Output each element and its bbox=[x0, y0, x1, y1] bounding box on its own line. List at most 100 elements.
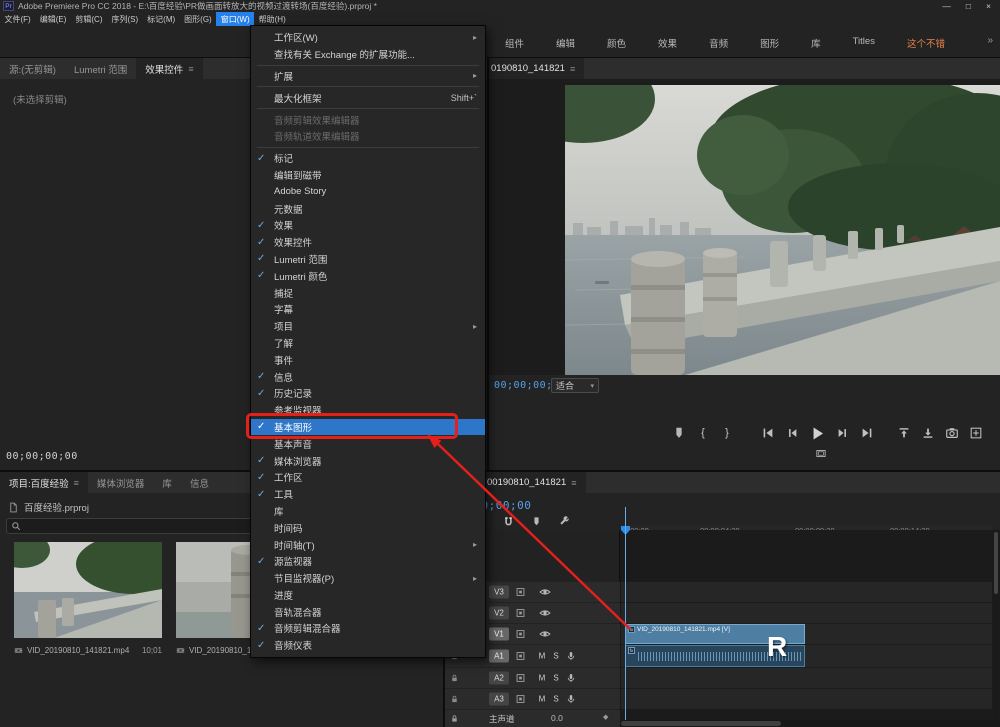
track-target-badge[interactable]: V2 bbox=[489, 606, 509, 620]
mute-button[interactable]: M bbox=[537, 695, 547, 704]
clip-thumbnail[interactable] bbox=[14, 542, 162, 638]
window-menu-item[interactable]: 音轨混合器 bbox=[251, 603, 485, 620]
synclock-icon[interactable] bbox=[515, 673, 526, 684]
go-to-out-button[interactable] bbox=[860, 426, 874, 440]
video-track-lane-v1[interactable]: fx VID_20190810_141821.mp4 [V] bbox=[621, 624, 992, 644]
track-target-badge[interactable]: V1 bbox=[489, 627, 509, 641]
timeline-vertical-scrollbar[interactable] bbox=[993, 530, 999, 719]
lock-icon[interactable] bbox=[450, 713, 459, 724]
add-marker-button[interactable] bbox=[672, 426, 686, 440]
synclock-icon[interactable] bbox=[515, 629, 526, 640]
video-track-lane-v2[interactable] bbox=[621, 603, 992, 623]
export-frame-button[interactable] bbox=[945, 426, 959, 440]
window-menu-item[interactable]: 时间码 bbox=[251, 519, 485, 536]
project-panel-tab[interactable]: 项目:百度经验 ≡ bbox=[0, 472, 88, 493]
window-menu-item[interactable]: 库 bbox=[251, 503, 485, 520]
mic-icon[interactable] bbox=[566, 693, 576, 705]
step-forward-button[interactable] bbox=[836, 426, 850, 440]
window-menu-item[interactable]: ✓ Lumetri 范围 bbox=[251, 251, 485, 268]
scrollbar-thumb[interactable] bbox=[621, 721, 781, 726]
project-panel-tab[interactable]: 媒体浏览器 bbox=[88, 472, 154, 493]
go-to-in-button[interactable] bbox=[761, 426, 775, 440]
window-menu-item[interactable]: 字幕 bbox=[251, 301, 485, 318]
source-panel-tab[interactable]: Lumetri 范围 bbox=[65, 58, 136, 79]
source-panel-tab[interactable]: 效果控件 ≡ bbox=[136, 58, 203, 79]
menubar-item[interactable]: 剪辑(C) bbox=[71, 12, 107, 26]
mark-in-button[interactable]: { bbox=[696, 426, 710, 440]
mark-out-button[interactable]: } bbox=[720, 426, 734, 440]
video-track-lane-v3[interactable] bbox=[621, 582, 992, 602]
solo-button[interactable]: S bbox=[551, 695, 561, 704]
window-menu-item[interactable]: ✓ 音频剪辑混合器 bbox=[251, 620, 485, 637]
step-back-button[interactable] bbox=[785, 426, 799, 440]
window-menu-item[interactable]: 时间轴(T) ▸ bbox=[251, 536, 485, 553]
window-menu-item[interactable]: ✓ 历史记录 bbox=[251, 385, 485, 402]
window-menu-item[interactable]: 了解 bbox=[251, 335, 485, 352]
button-editor-button[interactable] bbox=[969, 426, 983, 440]
workspace-tab[interactable]: 编辑 bbox=[556, 36, 575, 50]
workspace-tab[interactable]: 这个不错 bbox=[907, 36, 945, 50]
lift-button[interactable] bbox=[897, 426, 911, 440]
lock-icon[interactable] bbox=[450, 694, 459, 705]
project-panel-tab[interactable]: 库 bbox=[153, 472, 181, 493]
menubar-item[interactable]: 序列(S) bbox=[107, 12, 143, 26]
window-menu-item[interactable]: 扩展 ▸ bbox=[251, 68, 485, 85]
snap-toggle[interactable] bbox=[503, 516, 514, 527]
extract-button[interactable] bbox=[921, 426, 935, 440]
panel-menu-icon[interactable]: ≡ bbox=[571, 478, 576, 488]
mic-icon[interactable] bbox=[566, 672, 576, 684]
synclock-icon[interactable] bbox=[515, 694, 526, 705]
window-menu-item[interactable]: ✓ 工作区 bbox=[251, 469, 485, 486]
project-file-row[interactable]: 百度经验.prproj bbox=[8, 500, 89, 514]
mute-button[interactable]: M bbox=[537, 674, 547, 683]
program-monitor-tab[interactable]: 0190810_141821 ≡ bbox=[489, 58, 585, 79]
master-level-value[interactable]: 0.0 bbox=[551, 713, 563, 723]
track-target-badge[interactable]: A3 bbox=[489, 692, 509, 706]
add-marker-button[interactable] bbox=[531, 516, 542, 527]
menubar-item[interactable]: 图形(G) bbox=[180, 12, 217, 26]
synclock-icon[interactable] bbox=[515, 651, 526, 662]
window-menu-item[interactable]: 进度 bbox=[251, 587, 485, 604]
workspace-tab[interactable]: 图形 bbox=[760, 36, 779, 50]
workspace-tab[interactable]: 颜色 bbox=[607, 36, 626, 50]
audio-track-lane-a1[interactable]: fx bbox=[621, 645, 992, 667]
track-target-badge[interactable]: V3 bbox=[489, 585, 509, 599]
source-panel-tab[interactable]: 源:(无剪辑) bbox=[0, 58, 65, 79]
menubar-item[interactable]: 编辑(E) bbox=[35, 12, 71, 26]
window-menu-item[interactable]: 元数据 bbox=[251, 200, 485, 217]
workspace-overflow-icon[interactable]: » bbox=[987, 35, 993, 46]
menubar-item[interactable]: 文件(F) bbox=[0, 12, 35, 26]
solo-button[interactable]: S bbox=[551, 674, 561, 683]
menubar-item[interactable]: 帮助(H) bbox=[254, 12, 290, 26]
window-menu-item[interactable]: 捕捉 bbox=[251, 284, 485, 301]
synclock-icon[interactable] bbox=[515, 608, 526, 619]
workspace-tab[interactable]: 组件 bbox=[505, 36, 524, 50]
window-menu-item[interactable]: ✓ 音频仪表 bbox=[251, 637, 485, 654]
window-menu-item[interactable]: ✓ 基本图形 bbox=[251, 418, 485, 436]
effect-controls-timecode[interactable]: 00;00;00;00 bbox=[6, 451, 78, 462]
workspace-tab[interactable]: 效果 bbox=[658, 36, 677, 50]
workspace-tab[interactable]: 音频 bbox=[709, 36, 728, 50]
window-menu-item[interactable]: 查找有关 Exchange 的扩展功能... bbox=[251, 46, 485, 63]
window-menu-item[interactable]: ✓ 媒体浏览器 bbox=[251, 452, 485, 469]
project-bin-item[interactable]: VID_20190810_141821.mp4 10;01 bbox=[14, 542, 162, 655]
window-menu-item[interactable]: 最大化框架 Shift+` bbox=[251, 89, 485, 106]
panel-menu-icon[interactable]: ≡ bbox=[188, 64, 193, 74]
workspace-tab[interactable]: Titles bbox=[853, 36, 875, 50]
project-panel-tab[interactable]: 信息 bbox=[181, 472, 218, 493]
track-target-badge[interactable]: A1 bbox=[489, 649, 509, 663]
window-menu-item[interactable]: 基本声音 bbox=[251, 435, 485, 452]
lock-icon[interactable] bbox=[450, 673, 459, 684]
timeline-settings-button[interactable] bbox=[559, 516, 570, 527]
scrollbar-thumb[interactable] bbox=[994, 532, 998, 594]
menubar-item[interactable]: 标记(M) bbox=[143, 12, 180, 26]
window-menu-item[interactable]: ✓ 源监视器 bbox=[251, 553, 485, 570]
window-menu-item[interactable]: 节目监视器(P) ▸ bbox=[251, 570, 485, 587]
panel-menu-icon[interactable]: ≡ bbox=[74, 478, 79, 488]
safe-margins-button[interactable] bbox=[814, 448, 828, 459]
mic-icon[interactable] bbox=[566, 650, 576, 662]
keyframe-icon[interactable]: ◆ bbox=[603, 713, 608, 721]
eye-icon[interactable] bbox=[539, 586, 551, 598]
synclock-icon[interactable] bbox=[515, 587, 526, 598]
window-menu-item[interactable]: Adobe Story bbox=[251, 183, 485, 200]
